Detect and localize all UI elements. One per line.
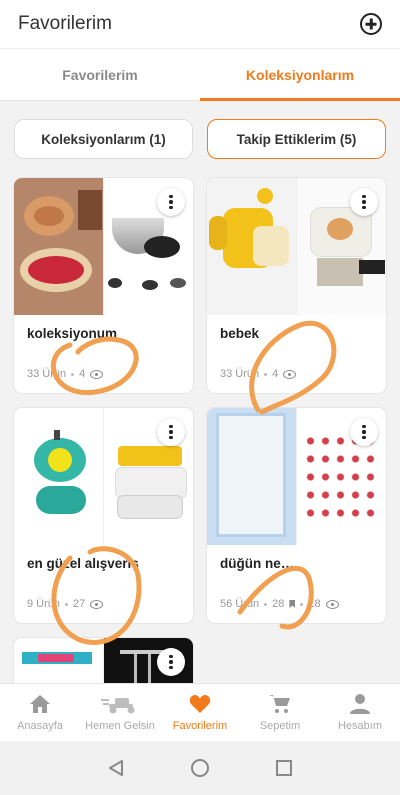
view-count: 4 (272, 368, 279, 380)
scooter-icon (101, 698, 135, 714)
nav-label: Hesabım (337, 720, 383, 732)
more-options-icon[interactable] (157, 648, 185, 676)
separator-dot (300, 602, 304, 606)
nav-home[interactable]: Anasayfa (0, 684, 80, 742)
tab-favorites[interactable]: Favorilerim (0, 49, 200, 100)
nav-label: Hemen Gelsin (85, 720, 155, 732)
bottom-navigation: Anasayfa Hemen Gelsin Favorilerim Sepeti… (0, 683, 400, 742)
view-count: 27 (73, 598, 86, 610)
more-options-icon[interactable] (350, 188, 378, 216)
nav-label: Anasayfa (17, 720, 63, 732)
recent-apps-icon[interactable] (275, 759, 293, 777)
more-options-icon[interactable] (157, 418, 185, 446)
view-count: 18 (308, 598, 321, 610)
separator-dot (71, 372, 75, 376)
collection-filters: Koleksiyonlarım (1) Takip Ettiklerim (5) (14, 119, 386, 159)
nav-cart[interactable]: Sepetim (240, 684, 320, 742)
nav-hemen-gelsin[interactable]: Hemen Gelsin (80, 684, 160, 742)
product-image (14, 178, 103, 315)
cart-icon (269, 695, 290, 713)
separator-dot (264, 602, 268, 606)
heart-icon (189, 695, 211, 713)
add-collection-icon[interactable] (360, 13, 382, 35)
nav-label: Sepetim (259, 720, 301, 732)
back-icon[interactable] (107, 759, 125, 777)
tab-bar: Favorilerim Koleksiyonlarım (0, 48, 400, 101)
home-circle-icon[interactable] (190, 758, 210, 778)
collection-meta: 56 Ürün 28 18 (220, 598, 339, 610)
nav-favorites[interactable]: Favorilerim (160, 684, 240, 742)
separator-dot (65, 602, 69, 606)
system-nav-bar (0, 741, 400, 795)
tab-collections[interactable]: Koleksiyonlarım (200, 49, 400, 101)
collection-meta: 33 Ürün 4 (27, 368, 104, 380)
collection-card[interactable]: en güzel alışveriş 9 Ürün 27 (14, 408, 193, 623)
collection-name: düğün ne… (220, 556, 295, 571)
user-icon (350, 694, 370, 714)
page-title: Favorilerim (18, 13, 112, 34)
collection-name: bebek (220, 326, 260, 341)
collection-name: en güzel alışveriş (27, 556, 139, 571)
my-collections-button[interactable]: Koleksiyonlarım (1) (14, 119, 193, 159)
product-image (207, 178, 296, 315)
eye-icon (325, 599, 339, 609)
collection-card[interactable]: koleksiyonum 33 Ürün 4 (14, 178, 193, 393)
collection-card[interactable]: bebek 33 Ürün 4 (207, 178, 386, 393)
nav-account[interactable]: Hesabım (320, 684, 400, 742)
collection-card[interactable]: düğün ne… 56 Ürün 28 18 (207, 408, 386, 623)
more-options-icon[interactable] (157, 188, 185, 216)
nav-label: Favorilerim (172, 720, 228, 732)
product-image (14, 408, 103, 545)
more-options-icon[interactable] (350, 418, 378, 446)
eye-icon (283, 369, 297, 379)
collection-meta: 9 Ürün 27 (27, 598, 104, 610)
view-count: 4 (79, 368, 86, 380)
collection-name: koleksiyonum (27, 326, 118, 341)
product-image (207, 408, 296, 545)
separator-dot (264, 372, 268, 376)
product-count: 56 Ürün (220, 598, 260, 610)
save-count: 28 (272, 598, 285, 610)
eye-icon (90, 369, 104, 379)
following-button[interactable]: Takip Ettiklerim (5) (207, 119, 386, 159)
product-count: 33 Ürün (27, 368, 67, 380)
eye-icon (90, 599, 104, 609)
collection-meta: 33 Ürün 4 (220, 368, 297, 380)
app-header: Favorilerim (0, 0, 400, 48)
product-count: 33 Ürün (220, 368, 260, 380)
home-icon (30, 695, 50, 713)
product-count: 9 Ürün (27, 598, 61, 610)
bookmark-icon (289, 600, 296, 608)
